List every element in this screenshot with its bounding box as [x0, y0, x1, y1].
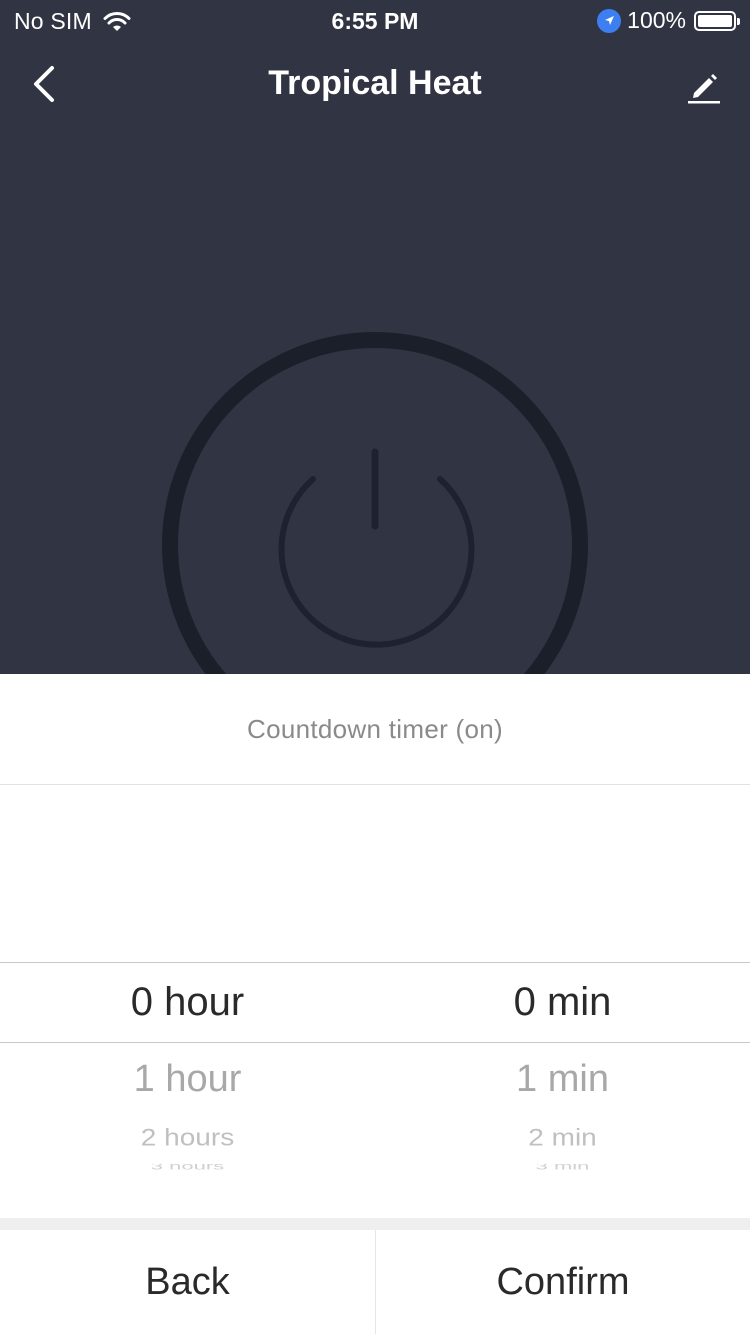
location-arrow-icon [597, 8, 622, 33]
power-button[interactable] [160, 330, 590, 674]
minute-option-selected[interactable]: 0 min [375, 980, 750, 1025]
time-picker: 0 hour 1 hour 2 hours 3 hours 0 min 1 mi… [0, 924, 750, 1184]
sheet-title: Countdown timer (on) [247, 714, 503, 744]
hour-picker-column[interactable]: 0 hour 1 hour 2 hours 3 hours [0, 924, 375, 1184]
hour-option[interactable]: 2 hours [0, 1124, 375, 1151]
hour-option[interactable]: 1 hour [0, 1058, 375, 1101]
minute-option[interactable]: 3 min [375, 1164, 750, 1170]
minute-option[interactable]: 1 min [375, 1058, 750, 1101]
page-title: Tropical Heat [268, 64, 482, 102]
back-button[interactable]: Back [0, 1230, 375, 1334]
minute-option[interactable]: 2 min [375, 1124, 750, 1151]
battery-percent: 100% [627, 7, 686, 33]
status-bar: No SIM 6:55 PM 100% [0, 0, 750, 40]
confirm-button[interactable]: Confirm [375, 1230, 750, 1334]
hour-option[interactable]: 3 hours [0, 1164, 375, 1170]
divider [0, 784, 750, 785]
separator-bar [0, 1218, 750, 1230]
device-panel: No SIM 6:55 PM 100% Tropical Heat [0, 0, 750, 674]
power-icon [162, 332, 588, 674]
minute-picker-column[interactable]: 0 min 1 min 2 min 3 min [375, 924, 750, 1184]
hour-option-selected[interactable]: 0 hour [0, 980, 375, 1025]
pencil-icon[interactable] [684, 66, 724, 106]
countdown-timer-sheet: Countdown timer (on) 0 hour 1 hour 2 hou… [0, 674, 750, 1334]
nav-bar: Tropical Heat [0, 40, 750, 128]
battery-icon [694, 10, 740, 31]
